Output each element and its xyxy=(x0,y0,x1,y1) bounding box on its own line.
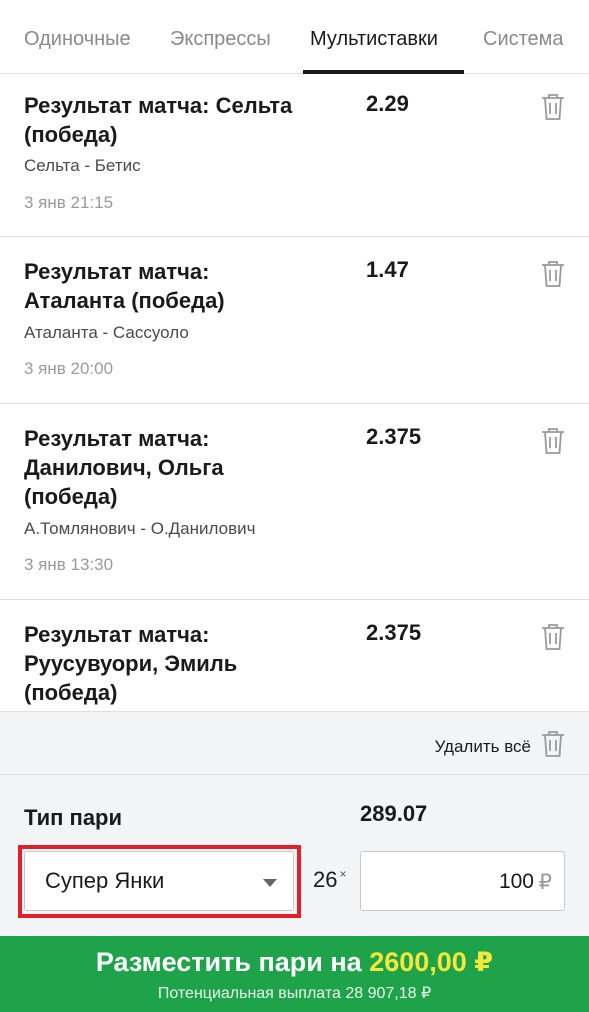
bet-title: Результат матча: Данилович, Ольга (побед… xyxy=(24,426,224,509)
delete-all-row: Удалить всё xyxy=(0,712,589,775)
bet-slip-footer: Удалить всё Тип пари 289.07 Супер Янки 2… xyxy=(0,711,589,936)
place-bet-amount: 2600,00 ₽ xyxy=(369,947,494,977)
delete-all-label: Удалить всё xyxy=(434,736,531,756)
bet-event: Сельта - Бетис xyxy=(24,156,141,175)
bet-title: Результат матча: Руусувуори, Эмиль (побе… xyxy=(24,622,238,705)
tab-system[interactable]: Система xyxy=(483,28,564,51)
bet-item: Результат матча: Данилович, Ольга (побед… xyxy=(0,404,589,600)
bet-odds: 2.375 xyxy=(366,424,422,449)
bet-item: Результат матча: Аталанта (победа) 1.47 … xyxy=(0,237,589,404)
bet-multiplier: 26 × xyxy=(313,867,347,892)
bet-type-selected: Супер Янки xyxy=(45,868,165,893)
bet-event: Аталанта - Сассуоло xyxy=(24,323,189,342)
bet-title: Результат матча: Аталанта (победа) xyxy=(24,259,225,313)
bet-odds: 1.47 xyxy=(366,257,409,282)
delete-all-button[interactable]: Удалить всё xyxy=(435,730,565,763)
stake-currency: ₽ xyxy=(538,871,552,894)
trash-icon[interactable] xyxy=(541,93,565,121)
trash-icon[interactable] xyxy=(541,623,565,651)
bet-item: Результат матча: Сельта (победа) 2.29 Се… xyxy=(0,75,589,237)
bet-time: 3 янв 20:00 xyxy=(24,359,114,378)
potential-payout: Потенциальная выплата 28 907,18 ₽ xyxy=(157,985,432,1002)
active-tab-indicator xyxy=(303,70,464,74)
place-bet-button[interactable]: Разместить пари на 2600,00 ₽ Потенциальн… xyxy=(0,936,589,1012)
bet-type-label: Тип пари xyxy=(24,805,123,830)
bet-item: Результат матча: Руусувуори, Эмиль (побе… xyxy=(0,600,589,711)
bet-type-tabs: Одиночные Экспрессы Мультиставки Система xyxy=(0,0,589,74)
stake-value: 100 xyxy=(498,870,534,893)
bet-odds: 2.29 xyxy=(366,91,409,116)
trash-icon xyxy=(541,730,565,763)
trash-icon[interactable] xyxy=(541,260,565,288)
total-odds: 289.07 xyxy=(360,801,428,826)
bet-title: Результат матча: Сельта (победа) xyxy=(24,93,293,147)
bet-time: 3 янв 13:30 xyxy=(24,555,114,574)
chevron-down-icon xyxy=(263,879,277,887)
bet-type-select[interactable]: Супер Янки xyxy=(24,851,294,911)
tab-single[interactable]: Одиночные xyxy=(24,28,131,51)
bet-time: 3 янв 21:15 xyxy=(24,193,114,212)
stake-input[interactable]: 100 ₽ xyxy=(360,851,565,911)
trash-icon[interactable] xyxy=(541,427,565,455)
bet-odds: 2.375 xyxy=(366,620,422,645)
bet-event: А.Томлянович - О.Данилович xyxy=(24,519,256,538)
tab-express[interactable]: Экспрессы xyxy=(170,28,271,51)
tab-multibets[interactable]: Мультиставки xyxy=(310,28,438,51)
place-bet-label: Разместить пари на 2600,00 ₽ xyxy=(95,947,494,977)
